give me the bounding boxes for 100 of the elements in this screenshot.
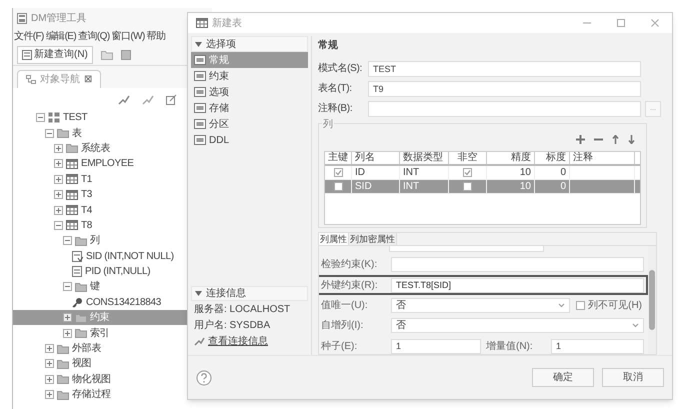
page-icon <box>194 119 206 129</box>
tab[interactable]: 列加密属性 <box>349 233 397 246</box>
table-icon <box>66 220 78 230</box>
menu-item[interactable]: 帮助 <box>146 28 166 44</box>
folder-icon <box>75 282 87 292</box>
table-icon <box>66 205 78 216</box>
text-field[interactable] <box>368 100 641 117</box>
dropdown[interactable]: 否 <box>391 298 570 313</box>
checkbox[interactable] <box>334 168 342 177</box>
close-icon[interactable]: ⊠ <box>84 72 92 87</box>
table-cell: INT <box>400 180 449 193</box>
column-header[interactable]: 精度 <box>487 152 535 164</box>
tree-item[interactable]: 物化视图 <box>33 372 111 388</box>
add-icon <box>576 135 585 144</box>
new-query-button[interactable]: 新建查询(N) <box>17 46 93 64</box>
tree-item[interactable]: TEST <box>33 110 88 126</box>
column-header[interactable]: 列名 <box>352 152 400 164</box>
column-header[interactable]: 非空 <box>449 152 487 164</box>
text-field[interactable]: 1 <box>391 338 481 354</box>
caret-icon <box>558 302 566 308</box>
page-icon <box>194 103 206 113</box>
checkbox[interactable] <box>463 182 472 191</box>
column-header[interactable]: 主键 <box>325 152 352 164</box>
field-label: 注释(B): <box>318 102 354 116</box>
options-header: 选择项 <box>206 38 236 52</box>
table-cell: 0 <box>535 180 570 193</box>
menu-item[interactable]: 查询(Q) <box>78 28 110 44</box>
checkbox[interactable] <box>463 168 472 177</box>
table-icon <box>66 174 78 184</box>
checkbox[interactable] <box>576 300 586 310</box>
tree-item[interactable]: 列 <box>33 233 100 249</box>
panel-tab[interactable]: 对象导航 ⊠ <box>17 70 101 88</box>
folder-icon <box>75 312 87 323</box>
tree-item[interactable]: 外部表 <box>33 340 102 356</box>
save-icon <box>120 50 131 60</box>
tree-item[interactable]: 视图 <box>33 356 92 372</box>
column-header[interactable]: 注释 <box>570 152 635 164</box>
page-icon <box>194 55 206 65</box>
table-cell: 10 <box>487 166 535 179</box>
menu-item[interactable]: 窗口(W) <box>112 28 145 44</box>
field-label: 模式名(S): <box>318 62 364 76</box>
field-label: 自增列(I): <box>321 319 364 334</box>
tree-item[interactable]: PID (INT,NULL) <box>33 264 150 280</box>
field-label: 值唯一(U): <box>321 298 369 313</box>
tree-item[interactable]: T3 <box>33 186 92 202</box>
dialog-button[interactable]: 确定 <box>532 368 594 387</box>
arrow-down-icon <box>628 135 635 144</box>
text-field[interactable]: TEST.T8[SID] <box>391 278 644 293</box>
column-header[interactable]: 数据类型 <box>400 152 449 164</box>
folder-icon <box>57 390 69 400</box>
tree-item[interactable]: T1 <box>33 172 92 187</box>
field-label: 增量值(N): <box>485 340 534 354</box>
checkbox-label: 列不可见(H) <box>588 298 642 313</box>
menu-item[interactable]: 编辑(E) <box>46 28 76 44</box>
tree-item[interactable]: CONS134218843 <box>33 294 162 310</box>
caret-icon <box>632 323 639 328</box>
tree-item[interactable]: 存储过程 <box>33 387 111 402</box>
key-icon <box>72 296 83 308</box>
tree-item[interactable]: 键 <box>33 279 100 295</box>
collapse-triangle-icon <box>195 291 202 296</box>
option-item[interactable]: 存储 <box>191 100 308 116</box>
checkbox[interactable] <box>334 182 342 191</box>
tree-item[interactable]: T8 <box>33 218 92 234</box>
text-field[interactable]: TEST <box>368 60 641 77</box>
user-info: 用户名: SYSDBA <box>193 318 272 332</box>
text-field[interactable] <box>391 257 644 272</box>
folder-icon <box>57 374 69 384</box>
app-title: DM管理工具 <box>31 12 87 26</box>
column-icon <box>72 250 83 262</box>
tree-item[interactable]: SID (INT,NOT NULL) <box>33 248 174 264</box>
text-field[interactable]: 1 <box>551 338 644 354</box>
tree-item[interactable]: 系统表 <box>33 140 110 156</box>
table-icon <box>196 18 208 28</box>
column-header[interactable]: 标度 <box>535 152 570 164</box>
server-info: 服务器: LOCALHOST <box>193 302 292 316</box>
panel-tab-label: 对象导航 <box>40 72 80 87</box>
tree-item[interactable]: 表 <box>33 125 82 141</box>
option-item[interactable]: 约束 <box>191 68 308 84</box>
table-cell: 10 <box>487 180 535 193</box>
option-item[interactable]: 分区 <box>191 116 308 132</box>
folder-icon <box>57 344 69 354</box>
tree-item[interactable]: 索引 <box>33 325 110 341</box>
connection-info-link[interactable]: 查看连接信息 <box>208 334 268 348</box>
table-cell: INT <box>400 166 449 179</box>
tree-item[interactable]: EMPLOYEE <box>33 156 134 172</box>
text-field[interactable]: T9 <box>368 80 641 97</box>
table-cell: ID <box>352 166 400 179</box>
tab[interactable]: 列属性 <box>319 233 349 246</box>
tree-item[interactable]: T4 <box>33 202 92 218</box>
dropdown[interactable]: 否 <box>391 318 644 334</box>
schema-icon <box>48 112 60 124</box>
dropdown-value: 否 <box>396 298 406 313</box>
field-label: 表名(T): <box>318 82 353 96</box>
option-item[interactable]: DDL <box>191 132 308 148</box>
page-icon <box>194 71 206 81</box>
menu-item[interactable]: 文件(F) <box>14 28 44 44</box>
dialog-button[interactable]: 取消 <box>602 368 664 387</box>
scrollbar-thumb[interactable] <box>649 270 655 330</box>
table-icon <box>66 158 78 169</box>
option-item[interactable]: 选项 <box>191 84 308 100</box>
